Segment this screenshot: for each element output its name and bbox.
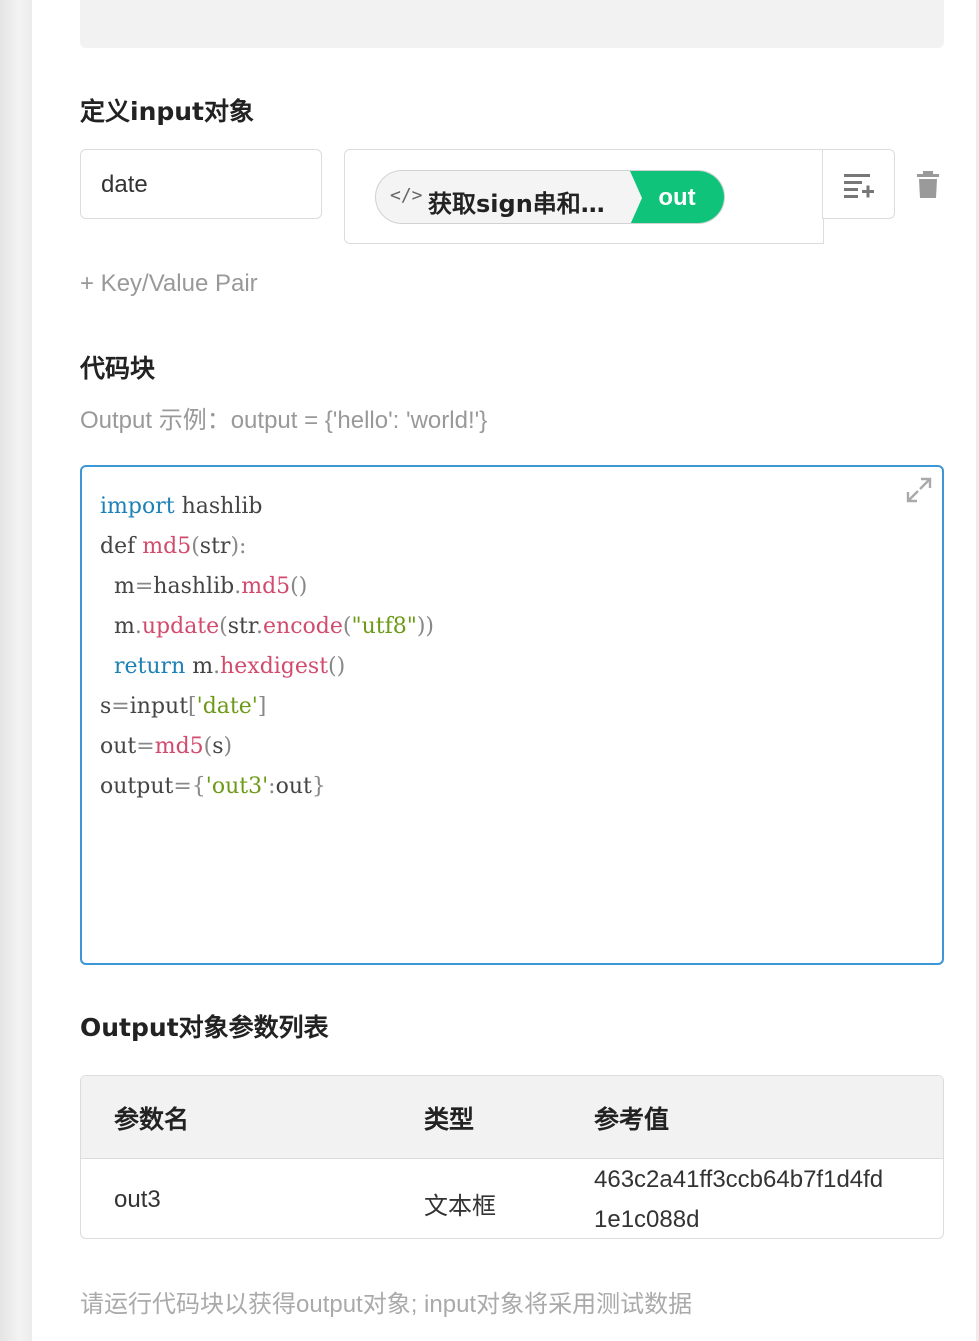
- code-token-keyword: return: [114, 654, 186, 679]
- code-line-6: s=input['date']: [100, 694, 267, 719]
- delete-pair-button[interactable]: [915, 170, 941, 200]
- cell-param-name: out3: [114, 1186, 161, 1213]
- input-section-title: 定义input对象: [80, 97, 255, 126]
- code-icon: </>: [390, 185, 423, 206]
- code-line-5: return m.hexdigest(): [114, 654, 346, 679]
- trash-icon: [917, 171, 939, 198]
- code-token-string: 'out3': [205, 774, 269, 799]
- code-token-function: md5: [154, 734, 204, 759]
- expand-icon[interactable]: [906, 477, 932, 503]
- cell-param-value-line-2: 1e1c088d: [594, 1206, 700, 1233]
- code-line-3: m=hashlib.md5(): [100, 574, 308, 599]
- input-value-field[interactable]: </> 获取sign串和… out: [344, 149, 824, 244]
- code-section-title: 代码块: [80, 354, 156, 383]
- code-line-1: import hashlib: [100, 494, 263, 519]
- column-header-type: 类型: [424, 1105, 475, 1134]
- code-token-keyword: import: [100, 494, 175, 519]
- cell-param-type: 文本框: [424, 1193, 496, 1220]
- list-add-icon: [844, 174, 874, 198]
- output-section-title: Output对象参数列表: [80, 1013, 329, 1042]
- column-header-value: 参考值: [594, 1105, 670, 1134]
- code-line-2: def md5(str):: [100, 534, 247, 559]
- add-key-value-pair-link[interactable]: + Key/Value Pair: [80, 270, 258, 298]
- code-line-4: m.update(str.encode("utf8")): [100, 614, 435, 639]
- code-token-function: encode: [263, 614, 343, 639]
- variable-output-tag: out: [630, 171, 724, 223]
- code-token-function: md5: [142, 534, 192, 559]
- variable-reference-pill[interactable]: </> 获取sign串和… out: [375, 170, 725, 224]
- variable-source-label: 获取sign串和…: [428, 190, 605, 218]
- cell-param-value-line-1: 463c2a41ff3ccb64b7f1d4fd: [594, 1166, 884, 1193]
- code-line-7: out=md5(s): [100, 734, 233, 759]
- output-params-table: 参数名 类型 参考值 out3 文本框 463c2a41ff3ccb64b7f1…: [80, 1075, 944, 1239]
- input-key-field[interactable]: date: [80, 149, 322, 219]
- footer-note: 请运行代码块以获得output对象; input对象将采用测试数据: [80, 1291, 693, 1318]
- table-header-row: 参数名 类型 参考值: [81, 1076, 943, 1159]
- code-output-hint: Output 示例：output = {'hello': 'world!'}: [80, 407, 488, 434]
- insert-variable-button[interactable]: [822, 149, 895, 219]
- code-token-function: update: [141, 614, 220, 639]
- left-gutter: [0, 0, 32, 1341]
- code-token-string: "utf8": [351, 614, 417, 639]
- previous-field: [80, 0, 944, 48]
- column-header-name: 参数名: [114, 1105, 190, 1134]
- code-token-function: md5: [241, 574, 291, 599]
- code-line-8: output={'out3':out}: [100, 774, 326, 799]
- code-token-function: hexdigest: [220, 654, 329, 679]
- code-content[interactable]: import hashlib def md5(str): m=hashlib.m…: [100, 487, 434, 807]
- code-editor[interactable]: import hashlib def md5(str): m=hashlib.m…: [80, 465, 944, 965]
- code-token-string: 'date': [196, 694, 258, 719]
